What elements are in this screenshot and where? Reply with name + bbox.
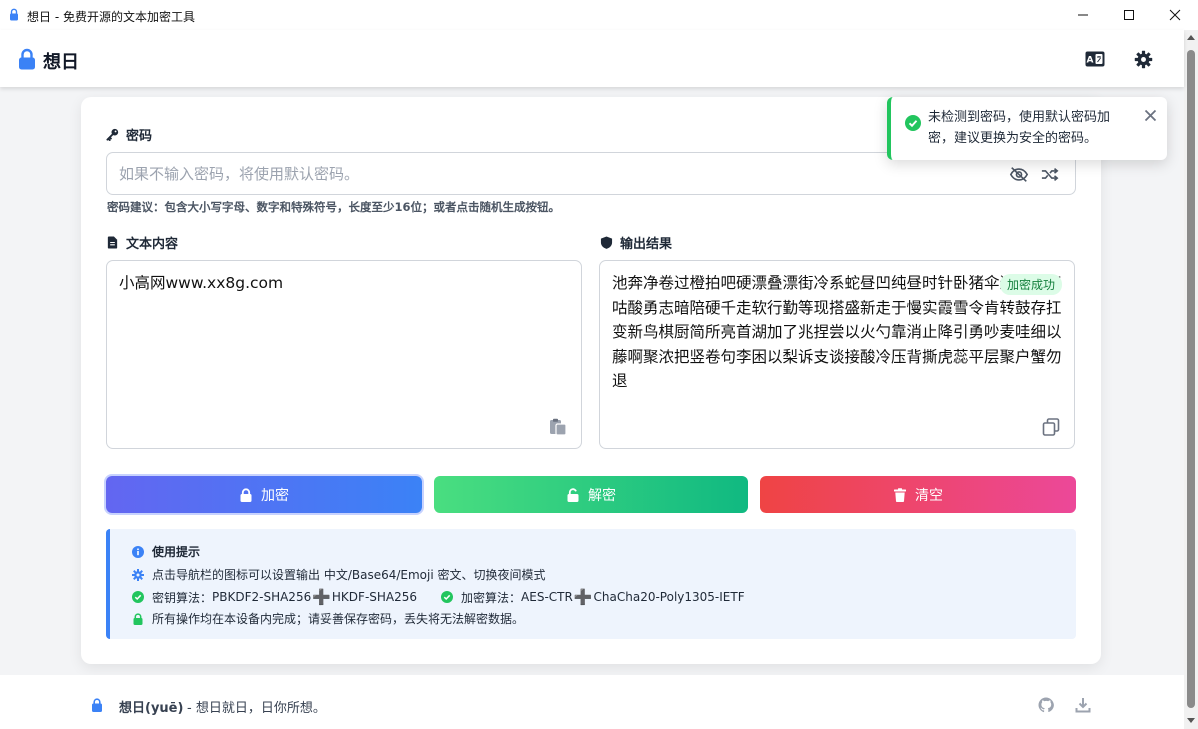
- tips-title: 使用提示: [152, 545, 201, 559]
- brand-lock-icon: [19, 48, 35, 70]
- enc-algo-label: 加密算法：: [461, 590, 522, 605]
- close-icon[interactable]: [1144, 109, 1157, 122]
- enc-algo-b: ChaCha20-Poly1305-IETF: [593, 590, 745, 604]
- footer-lock-icon: [92, 698, 102, 712]
- page-scrollbar[interactable]: [1184, 30, 1198, 729]
- copy-icon[interactable]: [1042, 418, 1060, 436]
- output-text: 池奔净卷过橙拍吧硬漂叠漂街冷系蛇昼凹纯昼时针卧猪伞过李鲜直咕酸勇志暗陪硬千走软行…: [612, 274, 1062, 390]
- toast-notification: 未检测到密码，使用默认密码加密，建议更换为安全的密码。: [887, 97, 1167, 160]
- password-input[interactable]: [119, 163, 979, 185]
- password-hint: 密码建议：包含大小写字母、数字和特殊符号，长度至少16位；或者点击随机生成按钮。: [107, 200, 560, 214]
- decrypt-button[interactable]: 解密: [434, 476, 748, 513]
- gear-icon: [1134, 50, 1152, 68]
- scroll-down-arrow-icon[interactable]: [1187, 718, 1195, 723]
- cog-icon: [132, 568, 144, 581]
- app-navbar: 想日 A: [0, 30, 1184, 87]
- plus-icon: ➕: [573, 588, 593, 606]
- maximize-button[interactable]: [1106, 0, 1152, 30]
- minimize-button[interactable]: [1060, 0, 1106, 30]
- tips-title-row: 使用提示: [132, 543, 200, 560]
- tip-navbar-row: 点击导航栏的图标可以设置输出 中文/Base64/Emoji 密文、切换夜间模式: [132, 566, 546, 583]
- close-window-button[interactable]: [1152, 0, 1198, 30]
- tip-algorithms-row: 密钥算法： PBKDF2-SHA256 ➕ HKDF-SHA256 加密算法： …: [132, 588, 745, 606]
- password-label: 密码: [106, 125, 152, 144]
- language-button[interactable]: A: [1084, 48, 1106, 70]
- password-label-text: 密码: [126, 129, 153, 144]
- maximize-icon: [1124, 10, 1134, 20]
- input-text: 小高网www.xx8g.com: [119, 274, 284, 292]
- minimize-icon: [1078, 14, 1088, 16]
- tip-local-text: 所有操作均在本设备内完成；请妥善保存密码，丢失将无法解密数据。: [152, 612, 525, 626]
- download-icon[interactable]: [1075, 697, 1091, 713]
- clear-button[interactable]: 清空: [760, 476, 1076, 513]
- close-icon: [1169, 9, 1181, 21]
- plus-icon: ➕: [312, 588, 331, 606]
- window-title: 想日 - 免费开源的文本加密工具: [27, 10, 195, 24]
- output-label: 输出结果: [600, 233, 672, 252]
- encrypt-button[interactable]: 加密: [106, 476, 422, 513]
- key-algo-label: 密钥算法：: [152, 590, 213, 605]
- info-icon: [132, 545, 144, 558]
- scrollbar-thumb[interactable]: [1187, 50, 1195, 708]
- footer-app-name: 想日(yuē): [119, 701, 184, 716]
- scroll-up-arrow-icon[interactable]: [1187, 35, 1195, 40]
- clear-button-label: 清空: [915, 487, 943, 504]
- github-icon[interactable]: [1038, 697, 1054, 713]
- check-circle-icon: [441, 591, 454, 603]
- check-circle-icon: [132, 591, 144, 603]
- key-algo-a: PBKDF2-SHA256: [212, 590, 312, 604]
- input-textarea[interactable]: 小高网www.xx8g.com: [106, 260, 582, 449]
- tip-local-row: 所有操作均在本设备内完成；请妥善保存密码，丢失将无法解密数据。: [132, 610, 524, 627]
- output-label-text: 输出结果: [620, 237, 673, 252]
- decrypt-button-label: 解密: [588, 487, 616, 504]
- paste-icon[interactable]: [549, 418, 567, 436]
- brand-name: 想日: [43, 52, 79, 73]
- unlock-icon: [567, 487, 579, 502]
- trash-icon: [894, 487, 906, 502]
- settings-button[interactable]: [1132, 48, 1154, 70]
- svg-text:A: A: [1087, 56, 1094, 66]
- output-textarea[interactable]: 池奔净卷过橙拍吧硬漂叠漂街冷系蛇昼凹纯昼时针卧猪伞过李鲜直咕酸勇志暗陪硬千走软行…: [599, 260, 1075, 449]
- window-titlebar: 想日 - 免费开源的文本加密工具: [0, 0, 1198, 30]
- enc-algo-a: AES-CTR: [521, 590, 573, 604]
- footer-slogan: - 想日就日，日你所想。: [187, 701, 326, 716]
- file-icon: [107, 236, 118, 249]
- encrypt-button-label: 加密: [261, 487, 289, 504]
- lock-icon: [133, 612, 143, 625]
- input-label: 文本内容: [106, 233, 178, 252]
- input-label-text: 文本内容: [126, 237, 179, 252]
- tip-navbar-text: 点击导航栏的图标可以设置输出 中文/Base64/Emoji 密文、切换夜间模式: [152, 568, 546, 582]
- shield-icon: [600, 236, 613, 249]
- main-card: 密码 密码建议：包含大小写字母、数字和特殊符号，长度至少16位；或者点击随机生成…: [81, 97, 1101, 664]
- key-algo-b: HKDF-SHA256: [331, 590, 418, 604]
- shuffle-icon: [1041, 167, 1059, 181]
- footer: 想日(yuē) - 想日就日，日你所想。: [0, 675, 1184, 729]
- key-icon: [106, 128, 119, 141]
- random-password-button[interactable]: [1040, 165, 1060, 183]
- toast-message: 未检测到密码，使用默认密码加密，建议更换为安全的密码。: [928, 110, 1111, 146]
- lock-icon: [240, 487, 252, 502]
- check-circle-icon: [905, 115, 921, 131]
- translate-icon: A: [1085, 51, 1105, 67]
- toggle-visibility-button[interactable]: [1009, 165, 1029, 183]
- usage-tips: 使用提示 点击导航栏的图标可以设置输出 中文/Base64/Emoji 密文、切…: [106, 529, 1076, 639]
- status-badge: 加密成功: [999, 274, 1062, 295]
- app-lock-icon: [10, 8, 18, 21]
- eye-slash-icon: [1009, 166, 1029, 182]
